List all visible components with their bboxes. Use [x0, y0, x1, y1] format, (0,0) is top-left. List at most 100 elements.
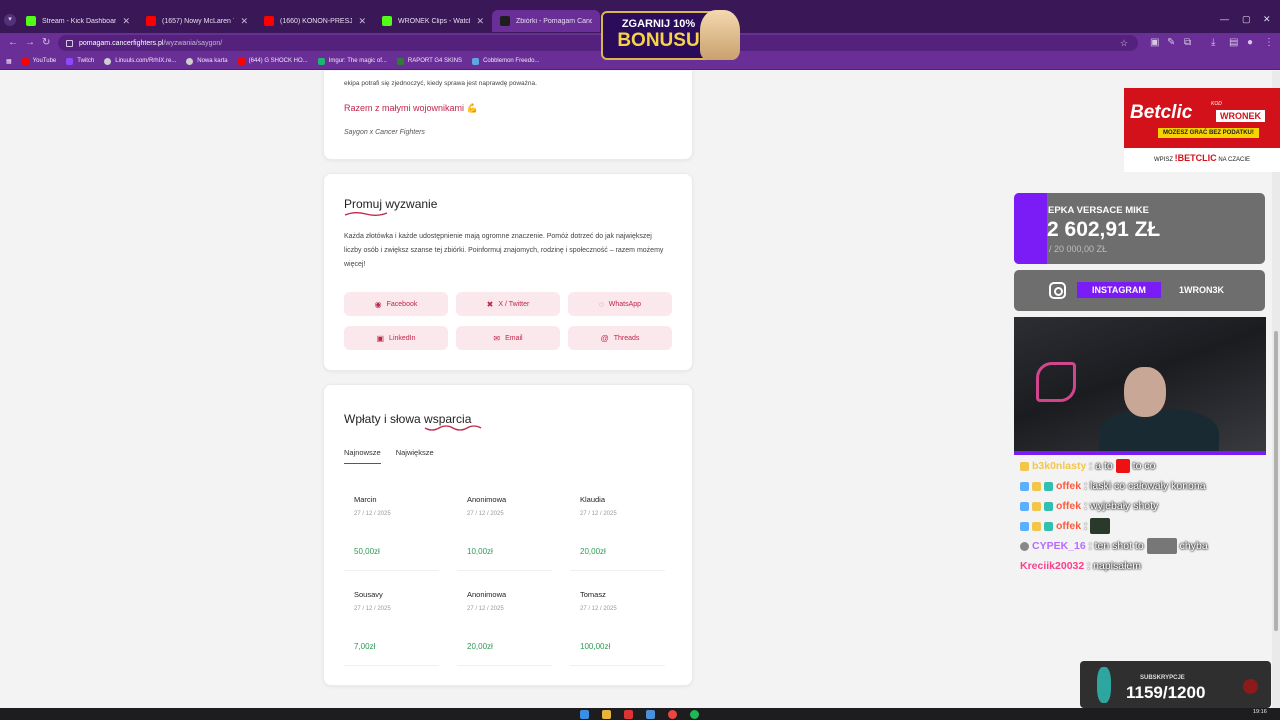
chat-username: offek	[1056, 480, 1082, 492]
app-icon[interactable]	[624, 710, 633, 719]
windows-start-icon[interactable]	[580, 710, 589, 719]
share-twitter-button[interactable]: ✖ X / Twitter	[456, 292, 560, 316]
url-text: pomagam.cancerfighters.pl/wyzwania/saygo…	[79, 39, 223, 47]
share-facebook-button[interactable]: ◉ Facebook	[344, 292, 448, 316]
chat-username: Kreciik20032	[1020, 560, 1085, 572]
extensions-puzzle-icon[interactable]: ⧉	[1184, 37, 1191, 49]
donation-date: 27 / 12 / 2025	[354, 606, 391, 612]
sub-badge-icon	[1044, 481, 1053, 491]
apps-grid-icon[interactable]: ▦	[6, 58, 12, 65]
tab-search-icon[interactable]: ▾	[4, 14, 16, 26]
title-highlight: Promuj	[344, 197, 388, 216]
donor-name: Anonimowa	[467, 495, 507, 504]
bookmark-star-icon[interactable]: ☆	[1120, 38, 1128, 49]
webcam-feed	[1014, 317, 1266, 455]
browser-tab[interactable]: (1660) KONON-PRESJA(OFFICI ✕	[256, 10, 374, 32]
chat-text: chyba	[1179, 540, 1208, 552]
tab-newest[interactable]: Najnowsze	[344, 448, 381, 464]
browser-tab[interactable]: WRONEK Clips - Watch Live on ✕	[374, 10, 492, 32]
browser-tab[interactable]: (1657) Nowy McLaren 720s do ✕	[138, 10, 256, 32]
extension-icon[interactable]: ▣	[1150, 37, 1159, 49]
close-window-icon[interactable]: ✕	[1263, 14, 1271, 25]
maximize-icon[interactable]: ▢	[1242, 14, 1251, 25]
donation-date: 27 / 12 / 2025	[467, 606, 504, 612]
share-linkedin-button[interactable]: ▣ LinkedIn	[344, 326, 448, 350]
chat-message: CYPEK_16: ten shot to chyba	[1020, 536, 1266, 556]
tab-largest[interactable]: Największe	[396, 448, 434, 464]
bookmark-item[interactable]: (644) G SHOCK HO...	[237, 57, 308, 65]
sword-badge-icon	[1020, 481, 1029, 491]
scrollbar-thumb[interactable]	[1274, 331, 1278, 631]
bookmark-item[interactable]: Nowa karta	[186, 57, 228, 65]
chat-username: b3k0nlasty	[1032, 460, 1087, 472]
donation-item: Anonimowa 27 / 12 / 2025 10,00zł	[457, 483, 552, 571]
donation-amount: 10,00zł	[467, 547, 493, 556]
betclic-ad: Betclic KOD WRONEK MOZESZ GRAĆ BEZ PODAT…	[1124, 88, 1280, 148]
story-highlight: Razem z małymi wojownikami 💪	[344, 103, 478, 113]
bookmark-item[interactable]: Linuuls.com/RrhIX.re...	[104, 57, 176, 65]
share-email-button[interactable]: ✉ Email	[456, 326, 560, 350]
forward-icon[interactable]: →	[25, 37, 35, 49]
whatsapp-icon: ◌	[598, 299, 604, 309]
folder-icon	[396, 57, 404, 65]
globe-icon	[104, 57, 112, 65]
promote-challenge-card: Promuj wyzwanie Każda złotówka i każde u…	[323, 173, 693, 371]
bookmark-item[interactable]: Twitch	[66, 57, 94, 65]
close-tab-icon[interactable]: ✕	[122, 16, 130, 27]
youtube-icon	[237, 57, 245, 65]
goal-progress-fill	[1014, 193, 1047, 264]
close-tab-icon[interactable]: ✕	[240, 16, 248, 27]
donor-name: Marcin	[354, 495, 377, 504]
instagram-icon	[1049, 282, 1066, 299]
story-text: ekipa potrafi się zjednoczyć, kiedy spra…	[344, 80, 537, 87]
kick-icon	[26, 16, 36, 26]
sword-badge-icon	[1020, 501, 1029, 511]
kick-icon	[382, 16, 392, 26]
youtube-icon	[146, 16, 156, 26]
share-threads-button[interactable]: @ Threads	[568, 326, 672, 350]
app-icon[interactable]	[646, 710, 655, 719]
minimize-icon[interactable]: —	[1220, 14, 1229, 24]
crown-badge-icon	[1032, 481, 1041, 491]
close-tab-icon[interactable]: ✕	[476, 16, 484, 27]
donation-amount: 20,00zł	[467, 642, 493, 651]
browser-tab-active[interactable]: Zbiórki - Pomagam Cancer Figh	[492, 10, 600, 32]
donation-amount: 50,00zł	[354, 547, 380, 556]
promo-line: ZGARNIJ 10%	[621, 18, 696, 30]
share-whatsapp-button[interactable]: ◌ WhatsApp	[568, 292, 672, 316]
close-tab-icon[interactable]: ✕	[358, 16, 366, 27]
instagram-handle: 1WRON3K	[1179, 285, 1225, 295]
address-bar[interactable]: pomagam.cancerfighters.pl/wyzwania/saygo…	[58, 35, 1138, 51]
bookmark-item[interactable]: Cobblemon Freedo...	[472, 57, 539, 65]
imgur-icon	[317, 57, 325, 65]
bookmark-item[interactable]: YouTube	[21, 57, 56, 65]
back-icon[interactable]: ←	[8, 37, 18, 49]
site-info-icon[interactable]	[66, 39, 73, 47]
browser-tab[interactable]: Stream - Kick Dashboard ✕	[18, 10, 138, 32]
tab-title: (1660) KONON-PRESJA(OFFICI	[280, 17, 353, 25]
sidebar-icon[interactable]: ▤	[1229, 37, 1238, 49]
promo-mascot-image	[700, 10, 740, 60]
download-icon[interactable]: ⤓	[1211, 37, 1215, 49]
underline-squiggle	[424, 425, 482, 431]
email-icon: ✉	[493, 333, 501, 343]
chat-text: to co	[1132, 460, 1156, 472]
reload-icon[interactable]: ↻	[42, 37, 50, 49]
file-explorer-icon[interactable]	[602, 710, 611, 719]
bookmark-item[interactable]: Imgur: The magic of...	[317, 57, 387, 65]
donation-date: 27 / 12 / 2025	[354, 511, 391, 517]
chat-message: offek:	[1020, 516, 1266, 536]
bookmark-item[interactable]: RAPORT G4 SKINS	[396, 57, 462, 65]
donation-amount: 20,00zł	[580, 547, 606, 556]
profile-avatar-icon[interactable]: ●	[1247, 37, 1253, 49]
chrome-icon[interactable]	[668, 710, 677, 719]
youtube-icon	[264, 16, 274, 26]
youtube-icon	[21, 57, 29, 65]
spotify-icon[interactable]	[690, 710, 699, 719]
menu-kebab-icon[interactable]: ⋮	[1264, 37, 1274, 49]
streamer-body	[1099, 409, 1219, 455]
tab-title: (1657) Nowy McLaren 720s do	[162, 17, 234, 25]
twitch-icon	[66, 57, 74, 65]
extension-icon[interactable]: ✎	[1167, 37, 1175, 49]
donation-date: 27 / 12 / 2025	[580, 511, 617, 517]
